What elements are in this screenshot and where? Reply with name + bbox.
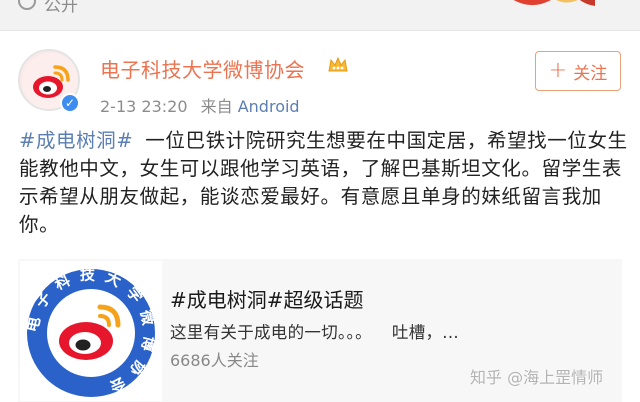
topic-description: 这里有关于成电的一切。。。 吐槽，... <box>170 319 459 343</box>
source-prefix: 来自 <box>200 97 233 116</box>
post-body: #成电树洞# 一位巴铁计院研究生想要在中国定居，希望找一位女生能教他中文，女生可以… <box>19 127 629 239</box>
author-name[interactable]: 电子科技大学微博协会 <box>100 54 305 83</box>
lock-icon <box>18 0 36 10</box>
plus-icon: + <box>548 58 568 83</box>
decoration-icon <box>513 0 595 6</box>
crown-icon <box>328 56 348 72</box>
follow-label: 关注 <box>573 63 608 84</box>
watermark: 知乎 @海上罡情师 <box>470 368 604 387</box>
topic-badge-image: 电子科技大学微博协会 <box>20 261 162 401</box>
topic-title: #成电树洞#超级话题 <box>170 288 364 312</box>
top-strip: 公开 <box>0 0 640 30</box>
hashtag-link[interactable]: #成电树洞# <box>19 129 133 152</box>
post-meta: 2-13 23:20 来自 Android <box>100 93 300 117</box>
topic-description-text: 这里有关于成电的一切。。。 <box>170 323 372 342</box>
topic-follower-count: 6686人关注 <box>170 351 259 370</box>
verified-icon: ✓ <box>60 93 80 113</box>
source-name: Android <box>237 97 300 116</box>
topic-description-more: 吐槽，... <box>391 323 459 342</box>
weibo-post-card: ✓ 电子科技大学微博协会 2-13 23:20 来自 Android + 关注 … <box>0 30 640 402</box>
post-timestamp: 2-13 23:20 <box>100 97 188 116</box>
follow-button[interactable]: + 关注 <box>535 51 621 91</box>
visibility-label: 公开 <box>44 0 78 16</box>
weibo-logo-icon: 电子科技大学微博协会 <box>23 266 155 399</box>
